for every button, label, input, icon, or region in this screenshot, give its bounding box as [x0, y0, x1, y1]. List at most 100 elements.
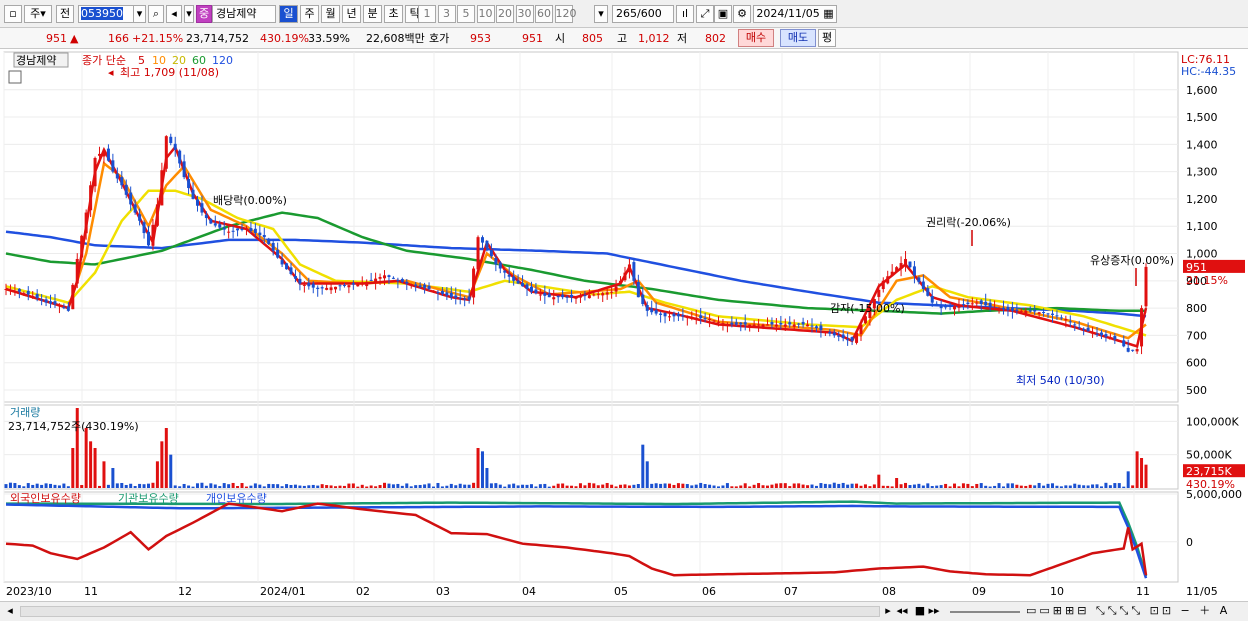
search-icon[interactable]: ⌕: [148, 5, 164, 23]
interval-button-4[interactable]: 20: [496, 5, 514, 23]
stop-icon[interactable]: ■: [914, 602, 926, 620]
hc-label: HC:-44.35: [1181, 65, 1236, 78]
candle-body: [80, 235, 84, 258]
candle-body: [521, 283, 525, 287]
interval-button-3[interactable]: 10: [476, 5, 495, 23]
candle-body: [904, 258, 908, 265]
stock-name[interactable]: 경남제약: [212, 5, 276, 23]
volume-bar: [498, 484, 502, 488]
period-tab-5[interactable]: 초: [384, 5, 403, 23]
volume-bar: [311, 484, 315, 488]
candle-icon[interactable]: ıl: [676, 5, 694, 23]
volume-bar: [57, 485, 61, 488]
candle-body: [138, 214, 142, 221]
period-tab-1[interactable]: 주: [300, 5, 319, 23]
candle-body: [178, 150, 182, 164]
interval-button-2[interactable]: 5: [457, 5, 475, 23]
market-select[interactable]: 주▾: [24, 5, 52, 23]
scroll-left-icon[interactable]: ◂: [4, 603, 16, 621]
price-tick-label: 1,600: [1186, 84, 1218, 97]
candle-body: [236, 228, 240, 231]
volume-bar: [578, 483, 582, 488]
volume-bar: [396, 483, 400, 488]
volume-bar: [641, 444, 645, 488]
period-tab-0[interactable]: 일: [279, 5, 298, 23]
period-tab-4[interactable]: 분: [363, 5, 382, 23]
volume-bar: [610, 484, 614, 488]
buy-button[interactable]: 매수: [738, 29, 774, 47]
speaker-icon[interactable]: ◂: [166, 5, 182, 23]
zoom-slider[interactable]: [950, 611, 1020, 613]
period-tab-2[interactable]: 월: [321, 5, 340, 23]
forward-icon[interactable]: ▸▸: [928, 602, 940, 620]
interval-button-0[interactable]: 1: [418, 5, 436, 23]
count-field[interactable]: 265/600: [612, 5, 674, 23]
chart-area[interactable]: 1,600 1,500 1,400 1,300 1,200 1,100 1,000 900 80…: [0, 50, 1248, 600]
volume-bar: [418, 484, 422, 488]
layout-icon[interactable]: ▫: [4, 5, 22, 23]
volume-bar: [734, 486, 738, 488]
candle-body: [708, 319, 712, 321]
volume-bar: [258, 484, 262, 488]
grid-icon[interactable]: [8, 70, 22, 84]
interval-button-6[interactable]: 60: [535, 5, 553, 23]
candle-body: [1082, 328, 1086, 330]
candle-body: [935, 303, 939, 306]
volume-bar: [66, 486, 70, 488]
period-tab-3[interactable]: 년: [342, 5, 361, 23]
candle-body: [788, 322, 792, 325]
interval-button-1[interactable]: 3: [437, 5, 456, 23]
volume-bar: [556, 483, 560, 488]
volume-bar: [529, 484, 533, 488]
candle-body: [476, 237, 480, 270]
candle-body: [62, 307, 66, 309]
chevron-down-icon[interactable]: ▾: [594, 5, 608, 23]
volume-bar: [623, 484, 627, 488]
volume-bar: [863, 484, 867, 488]
candle-body: [512, 276, 516, 281]
arrow-left-icon: ◂: [108, 66, 114, 79]
interval-button-5[interactable]: 30: [515, 5, 534, 23]
high-value: 1,012: [638, 32, 670, 45]
candle-body: [632, 262, 636, 281]
candle-body: [984, 301, 988, 306]
chevron-down-icon[interactable]: ▾: [184, 5, 194, 23]
candle-body: [997, 308, 1001, 311]
candle-body: [663, 312, 667, 317]
chart-svg[interactable]: 1,6001,5001,4001,3001,2001,1001,00090080…: [0, 50, 1248, 600]
volume-bar: [151, 482, 155, 488]
volume-bar: [748, 486, 752, 488]
candle-body: [814, 326, 818, 329]
scrollbar-track[interactable]: [20, 606, 880, 617]
volume-bar: [908, 485, 912, 488]
tool-icons[interactable]: ▭▭⊞⊞⊟ ⤡⤡⤡⤡ ⊡⊡ − ＋ A: [1026, 602, 1246, 620]
candle-body: [538, 294, 542, 296]
candle-body: [213, 223, 217, 226]
prev-button[interactable]: 전: [56, 5, 74, 23]
up-arrow-icon: ▲: [70, 32, 79, 45]
volume-bar: [814, 485, 818, 488]
candle-body: [124, 184, 128, 195]
interval-button-7[interactable]: 120: [554, 5, 577, 23]
volume-bar: [476, 448, 480, 488]
candle-body: [387, 275, 391, 277]
volume-bar: [387, 483, 391, 488]
volume-bar: [187, 485, 191, 488]
sell-button[interactable]: 매도: [780, 29, 816, 47]
save-icon[interactable]: ▣: [714, 5, 732, 23]
volume-bar: [1028, 484, 1032, 488]
volume-bar: [685, 484, 689, 488]
volume-bar: [975, 483, 979, 488]
volume-bar: [703, 484, 707, 488]
gear-icon[interactable]: ⚙: [733, 5, 751, 23]
volume-bar: [169, 454, 173, 488]
volume-bar: [1015, 484, 1019, 488]
volume-bar: [561, 483, 565, 488]
eval-button[interactable]: 평: [818, 29, 836, 47]
zoom-icon[interactable]: ⤢: [696, 5, 714, 23]
play-icon[interactable]: ▸: [882, 602, 894, 620]
date-field[interactable]: 2024/11/05 ▦: [753, 5, 837, 23]
rewind-icon[interactable]: ◂◂: [896, 602, 908, 620]
chevron-down-icon[interactable]: ▾: [133, 5, 146, 23]
market-select-label: 주: [30, 7, 41, 20]
